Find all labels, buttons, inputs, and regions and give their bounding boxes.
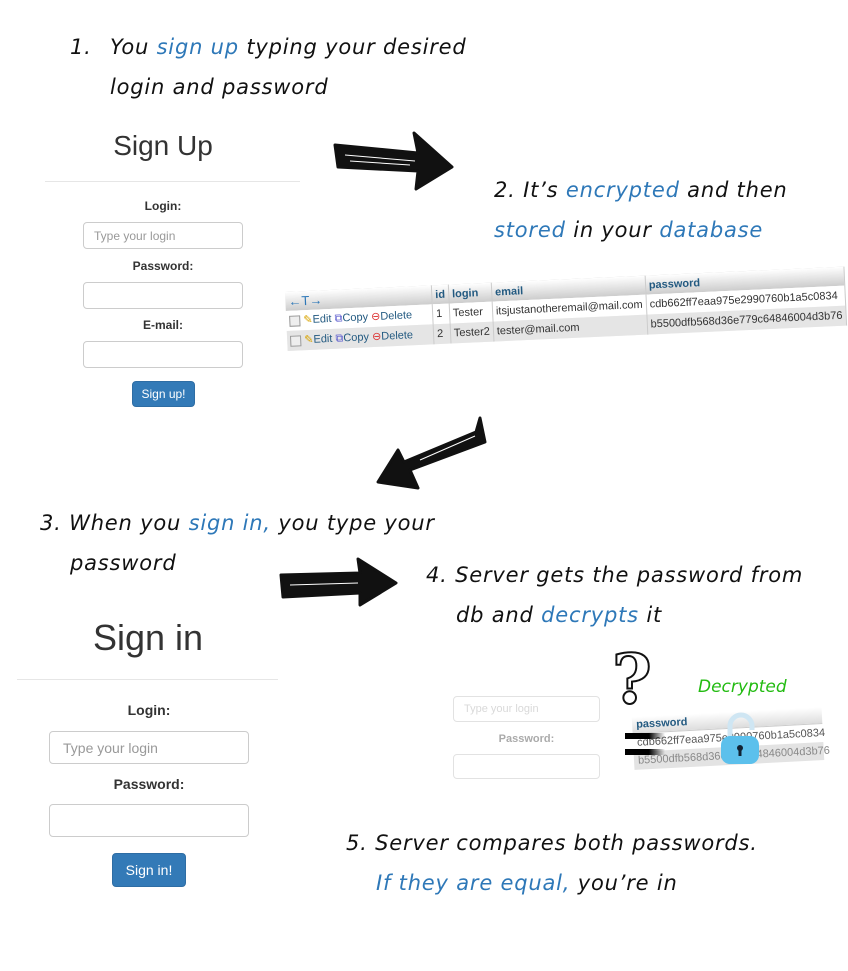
text-segment: in your bbox=[565, 218, 660, 242]
step-1: 1. You sign up typing your desired login a… bbox=[70, 27, 466, 107]
signup-title: Sign Up bbox=[113, 130, 213, 161]
text-segment: you’re in bbox=[570, 871, 678, 895]
edit-link[interactable]: Edit bbox=[312, 313, 331, 326]
faded-password-label: Password: bbox=[498, 733, 555, 745]
signin-title: Sign in bbox=[92, 617, 204, 658]
step-2: 2. It’s encrypted and then stored in your… bbox=[494, 170, 788, 250]
cell-id: 1 bbox=[432, 303, 450, 325]
faded-password-input bbox=[453, 754, 600, 779]
password-label: Password: bbox=[113, 776, 185, 792]
highlighted-text: sign up bbox=[156, 35, 239, 59]
copy-link[interactable]: Copy bbox=[342, 311, 368, 324]
equals-icon bbox=[625, 733, 665, 739]
step-number: 3. bbox=[40, 511, 62, 535]
step-text-line-1: You sign up typing your desired bbox=[110, 27, 467, 67]
highlighted-text: sign in, bbox=[188, 511, 271, 535]
step-text-line-1: Server gets the password from bbox=[455, 563, 803, 587]
column-header-id[interactable]: id bbox=[431, 284, 449, 305]
row-checkbox[interactable] bbox=[289, 334, 302, 347]
password-input[interactable] bbox=[83, 282, 243, 309]
text-segment: it bbox=[638, 603, 663, 627]
decrypted-label: Decrypted bbox=[698, 677, 787, 697]
step-number: 2. bbox=[494, 178, 516, 202]
step-text-line-2: password bbox=[40, 551, 176, 575]
cell-login: Tester2 bbox=[449, 321, 494, 344]
step-text-line-2: db and decrypts it bbox=[426, 603, 662, 627]
highlighted-text: decrypts bbox=[541, 603, 639, 627]
divider bbox=[17, 679, 278, 680]
row-checkbox[interactable] bbox=[289, 314, 301, 327]
highlighted-text: If they are equal, bbox=[376, 871, 571, 895]
email-input[interactable] bbox=[83, 341, 243, 368]
cell-login: Tester bbox=[448, 301, 493, 324]
text-segment: password bbox=[70, 551, 177, 575]
text-segment: You bbox=[110, 35, 157, 59]
step-text-line-2: login and password bbox=[70, 75, 328, 99]
signin-button[interactable]: Sign in! bbox=[112, 853, 186, 887]
highlighted-text: encrypted bbox=[565, 178, 680, 202]
copy-link[interactable]: Copy bbox=[343, 331, 369, 344]
login-input[interactable]: Type your login bbox=[83, 222, 243, 249]
step-text-line-2: If they are equal, you’re in bbox=[346, 871, 678, 895]
unlocked-padlock-icon bbox=[721, 712, 759, 764]
step-text-line-1: It’s encrypted and then bbox=[523, 178, 787, 202]
step-text-line-2: stored in your database bbox=[494, 218, 763, 242]
login-input[interactable]: Type your login bbox=[49, 731, 249, 764]
text-segment: and then bbox=[679, 178, 788, 202]
divider bbox=[45, 181, 300, 182]
password-label: Password: bbox=[132, 259, 194, 273]
diagram: 1. You sign up typing your desired login a… bbox=[0, 0, 848, 971]
signup-button[interactable]: Sign up! bbox=[132, 381, 195, 407]
arrow-down-left-icon bbox=[376, 416, 487, 490]
database-table: ←T→ id login email password ✎Edit ⧉Copy … bbox=[285, 266, 847, 351]
email-label: E-mail: bbox=[142, 318, 183, 332]
delete-link[interactable]: Delete bbox=[380, 309, 412, 322]
step-text-line-1: Server compares both passwords. bbox=[375, 831, 758, 855]
cell-id: 2 bbox=[433, 323, 451, 345]
text-segment: login and password bbox=[110, 75, 329, 99]
question-mark-icon: ? bbox=[611, 639, 653, 721]
text-segment: typing your desired bbox=[238, 35, 467, 59]
faded-signin-form: Type your login Password: bbox=[453, 696, 603, 795]
text-segment: db and bbox=[456, 603, 542, 627]
step-number: 5. bbox=[346, 831, 368, 855]
text-segment: Server gets the password from bbox=[455, 563, 804, 587]
delete-link[interactable]: Delete bbox=[381, 329, 413, 342]
step-number: 4. bbox=[426, 563, 448, 587]
step-4: 4. Server gets the password from db and d… bbox=[426, 555, 803, 635]
arrow-right-icon bbox=[333, 131, 454, 191]
step-number: 1. bbox=[70, 35, 92, 59]
step-text-line-1: When you sign in, you type your bbox=[69, 511, 435, 535]
highlighted-text: database bbox=[659, 218, 764, 242]
arrow-right-icon bbox=[279, 557, 398, 607]
login-label: Login: bbox=[144, 199, 182, 213]
step-5: 5. Server compares both passwords. If the… bbox=[346, 823, 758, 903]
equals-icon-bar bbox=[625, 749, 665, 755]
text-segment: When you bbox=[69, 511, 189, 535]
text-segment: Server compares both passwords. bbox=[375, 831, 758, 855]
login-label: Login: bbox=[127, 702, 171, 718]
column-header-login[interactable]: login bbox=[448, 282, 493, 304]
highlighted-text: stored bbox=[494, 218, 566, 242]
faded-login-input: Type your login bbox=[453, 696, 600, 722]
edit-link[interactable]: Edit bbox=[313, 333, 332, 346]
password-input[interactable] bbox=[49, 804, 249, 837]
text-segment: you type your bbox=[270, 511, 435, 535]
text-segment: It’s bbox=[523, 178, 566, 202]
